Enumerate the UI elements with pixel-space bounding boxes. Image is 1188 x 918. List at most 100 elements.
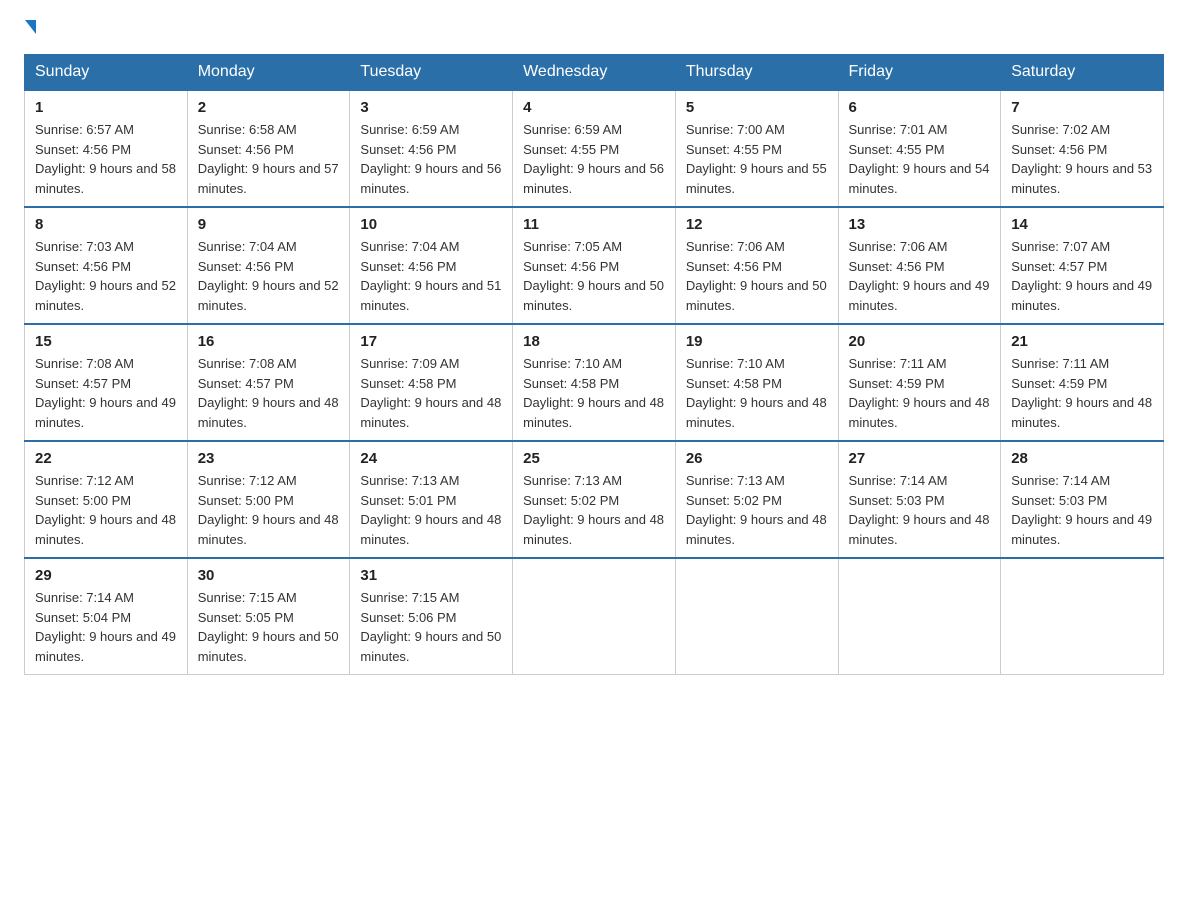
day-number: 17 — [360, 333, 502, 350]
column-header-thursday: Thursday — [675, 55, 838, 91]
day-number: 14 — [1011, 216, 1153, 233]
day-info: Sunrise: 7:06 AMSunset: 4:56 PMDaylight:… — [686, 239, 827, 313]
column-header-monday: Monday — [187, 55, 350, 91]
day-number: 12 — [686, 216, 828, 233]
day-info: Sunrise: 7:03 AMSunset: 4:56 PMDaylight:… — [35, 239, 176, 313]
day-number: 2 — [198, 99, 340, 116]
day-info: Sunrise: 7:06 AMSunset: 4:56 PMDaylight:… — [849, 239, 990, 313]
calendar-table: SundayMondayTuesdayWednesdayThursdayFrid… — [24, 54, 1164, 675]
column-header-saturday: Saturday — [1001, 55, 1164, 91]
day-info: Sunrise: 7:08 AMSunset: 4:57 PMDaylight:… — [35, 356, 176, 430]
calendar-cell: 5 Sunrise: 7:00 AMSunset: 4:55 PMDaylight… — [675, 90, 838, 207]
day-info: Sunrise: 6:57 AMSunset: 4:56 PMDaylight:… — [35, 122, 176, 196]
calendar-cell: 18 Sunrise: 7:10 AMSunset: 4:58 PMDayligh… — [513, 324, 676, 441]
day-info: Sunrise: 7:00 AMSunset: 4:55 PMDaylight:… — [686, 122, 827, 196]
calendar-cell: 13 Sunrise: 7:06 AMSunset: 4:56 PMDayligh… — [838, 207, 1001, 324]
day-number: 20 — [849, 333, 991, 350]
calendar-cell: 27 Sunrise: 7:14 AMSunset: 5:03 PMDayligh… — [838, 441, 1001, 558]
page-header — [24, 24, 1164, 38]
day-info: Sunrise: 6:58 AMSunset: 4:56 PMDaylight:… — [198, 122, 339, 196]
calendar-cell: 10Sunrise: 7:04 AMSunset: 4:56 PMDayligh… — [350, 207, 513, 324]
day-info: Sunrise: 7:14 AMSunset: 5:04 PMDaylight:… — [35, 590, 176, 664]
day-info: Sunrise: 7:10 AMSunset: 4:58 PMDaylight:… — [523, 356, 664, 430]
calendar-cell: 6 Sunrise: 7:01 AMSunset: 4:55 PMDaylight… — [838, 90, 1001, 207]
calendar-cell: 16Sunrise: 7:08 AMSunset: 4:57 PMDayligh… — [187, 324, 350, 441]
calendar-cell: 25Sunrise: 7:13 AMSunset: 5:02 PMDayligh… — [513, 441, 676, 558]
calendar-cell: 31Sunrise: 7:15 AMSunset: 5:06 PMDayligh… — [350, 558, 513, 675]
calendar-cell: 14 Sunrise: 7:07 AMSunset: 4:57 PMDayligh… — [1001, 207, 1164, 324]
day-info: Sunrise: 7:02 AMSunset: 4:56 PMDaylight:… — [1011, 122, 1152, 196]
logo-triangle-icon — [25, 20, 36, 34]
day-info: Sunrise: 7:11 AMSunset: 4:59 PMDaylight:… — [1011, 356, 1152, 430]
day-info: Sunrise: 7:08 AMSunset: 4:57 PMDaylight:… — [198, 356, 339, 430]
calendar-cell: 8 Sunrise: 7:03 AMSunset: 4:56 PMDaylight… — [25, 207, 188, 324]
column-header-tuesday: Tuesday — [350, 55, 513, 91]
calendar-cell: 9 Sunrise: 7:04 AMSunset: 4:56 PMDaylight… — [187, 207, 350, 324]
calendar-cell: 19 Sunrise: 7:10 AMSunset: 4:58 PMDayligh… — [675, 324, 838, 441]
calendar-week-row: 22 Sunrise: 7:12 AMSunset: 5:00 PMDayligh… — [25, 441, 1164, 558]
calendar-cell: 29 Sunrise: 7:14 AMSunset: 5:04 PMDayligh… — [25, 558, 188, 675]
day-number: 9 — [198, 216, 340, 233]
calendar-cell: 17 Sunrise: 7:09 AMSunset: 4:58 PMDayligh… — [350, 324, 513, 441]
day-info: Sunrise: 7:10 AMSunset: 4:58 PMDaylight:… — [686, 356, 827, 430]
calendar-cell: 22 Sunrise: 7:12 AMSunset: 5:00 PMDayligh… — [25, 441, 188, 558]
day-number: 18 — [523, 333, 665, 350]
day-number: 25 — [523, 450, 665, 467]
day-number: 28 — [1011, 450, 1153, 467]
day-number: 11 — [523, 216, 665, 233]
day-number: 15 — [35, 333, 177, 350]
day-number: 7 — [1011, 99, 1153, 116]
calendar-cell: 21 Sunrise: 7:11 AMSunset: 4:59 PMDayligh… — [1001, 324, 1164, 441]
day-info: Sunrise: 7:11 AMSunset: 4:59 PMDaylight:… — [849, 356, 990, 430]
calendar-cell — [838, 558, 1001, 675]
day-number: 5 — [686, 99, 828, 116]
day-info: Sunrise: 7:07 AMSunset: 4:57 PMDaylight:… — [1011, 239, 1152, 313]
day-number: 3 — [360, 99, 502, 116]
day-number: 21 — [1011, 333, 1153, 350]
day-number: 4 — [523, 99, 665, 116]
calendar-week-row: 29 Sunrise: 7:14 AMSunset: 5:04 PMDayligh… — [25, 558, 1164, 675]
day-info: Sunrise: 7:09 AMSunset: 4:58 PMDaylight:… — [360, 356, 501, 430]
day-info: Sunrise: 7:12 AMSunset: 5:00 PMDaylight:… — [35, 473, 176, 547]
calendar-week-row: 15 Sunrise: 7:08 AMSunset: 4:57 PMDayligh… — [25, 324, 1164, 441]
calendar-cell — [513, 558, 676, 675]
calendar-cell: 3 Sunrise: 6:59 AMSunset: 4:56 PMDaylight… — [350, 90, 513, 207]
calendar-cell: 4 Sunrise: 6:59 AMSunset: 4:55 PMDaylight… — [513, 90, 676, 207]
day-number: 26 — [686, 450, 828, 467]
calendar-cell: 20 Sunrise: 7:11 AMSunset: 4:59 PMDayligh… — [838, 324, 1001, 441]
calendar-cell: 11 Sunrise: 7:05 AMSunset: 4:56 PMDayligh… — [513, 207, 676, 324]
calendar-cell: 28 Sunrise: 7:14 AMSunset: 5:03 PMDayligh… — [1001, 441, 1164, 558]
day-number: 13 — [849, 216, 991, 233]
day-info: Sunrise: 7:12 AMSunset: 5:00 PMDaylight:… — [198, 473, 339, 547]
day-info: Sunrise: 7:13 AMSunset: 5:02 PMDaylight:… — [686, 473, 827, 547]
calendar-week-row: 1 Sunrise: 6:57 AMSunset: 4:56 PMDaylight… — [25, 90, 1164, 207]
day-number: 1 — [35, 99, 177, 116]
day-number: 22 — [35, 450, 177, 467]
day-info: Sunrise: 7:15 AMSunset: 5:06 PMDaylight:… — [360, 590, 501, 664]
column-header-wednesday: Wednesday — [513, 55, 676, 91]
day-number: 27 — [849, 450, 991, 467]
day-number: 10 — [360, 216, 502, 233]
calendar-cell: 2 Sunrise: 6:58 AMSunset: 4:56 PMDaylight… — [187, 90, 350, 207]
calendar-cell — [1001, 558, 1164, 675]
day-number: 24 — [360, 450, 502, 467]
day-number: 19 — [686, 333, 828, 350]
day-info: Sunrise: 7:15 AMSunset: 5:05 PMDaylight:… — [198, 590, 339, 664]
calendar-cell: 24Sunrise: 7:13 AMSunset: 5:01 PMDayligh… — [350, 441, 513, 558]
calendar-week-row: 8 Sunrise: 7:03 AMSunset: 4:56 PMDaylight… — [25, 207, 1164, 324]
calendar-cell: 15 Sunrise: 7:08 AMSunset: 4:57 PMDayligh… — [25, 324, 188, 441]
calendar-cell: 23Sunrise: 7:12 AMSunset: 5:00 PMDayligh… — [187, 441, 350, 558]
day-info: Sunrise: 7:14 AMSunset: 5:03 PMDaylight:… — [849, 473, 990, 547]
day-number: 8 — [35, 216, 177, 233]
day-info: Sunrise: 6:59 AMSunset: 4:56 PMDaylight:… — [360, 122, 501, 196]
day-info: Sunrise: 6:59 AMSunset: 4:55 PMDaylight:… — [523, 122, 664, 196]
day-info: Sunrise: 7:14 AMSunset: 5:03 PMDaylight:… — [1011, 473, 1152, 547]
column-header-sunday: Sunday — [25, 55, 188, 91]
day-number: 6 — [849, 99, 991, 116]
day-info: Sunrise: 7:04 AMSunset: 4:56 PMDaylight:… — [198, 239, 339, 313]
calendar-cell: 7 Sunrise: 7:02 AMSunset: 4:56 PMDaylight… — [1001, 90, 1164, 207]
day-info: Sunrise: 7:05 AMSunset: 4:56 PMDaylight:… — [523, 239, 664, 313]
day-info: Sunrise: 7:01 AMSunset: 4:55 PMDaylight:… — [849, 122, 990, 196]
calendar-cell — [675, 558, 838, 675]
day-number: 29 — [35, 567, 177, 584]
